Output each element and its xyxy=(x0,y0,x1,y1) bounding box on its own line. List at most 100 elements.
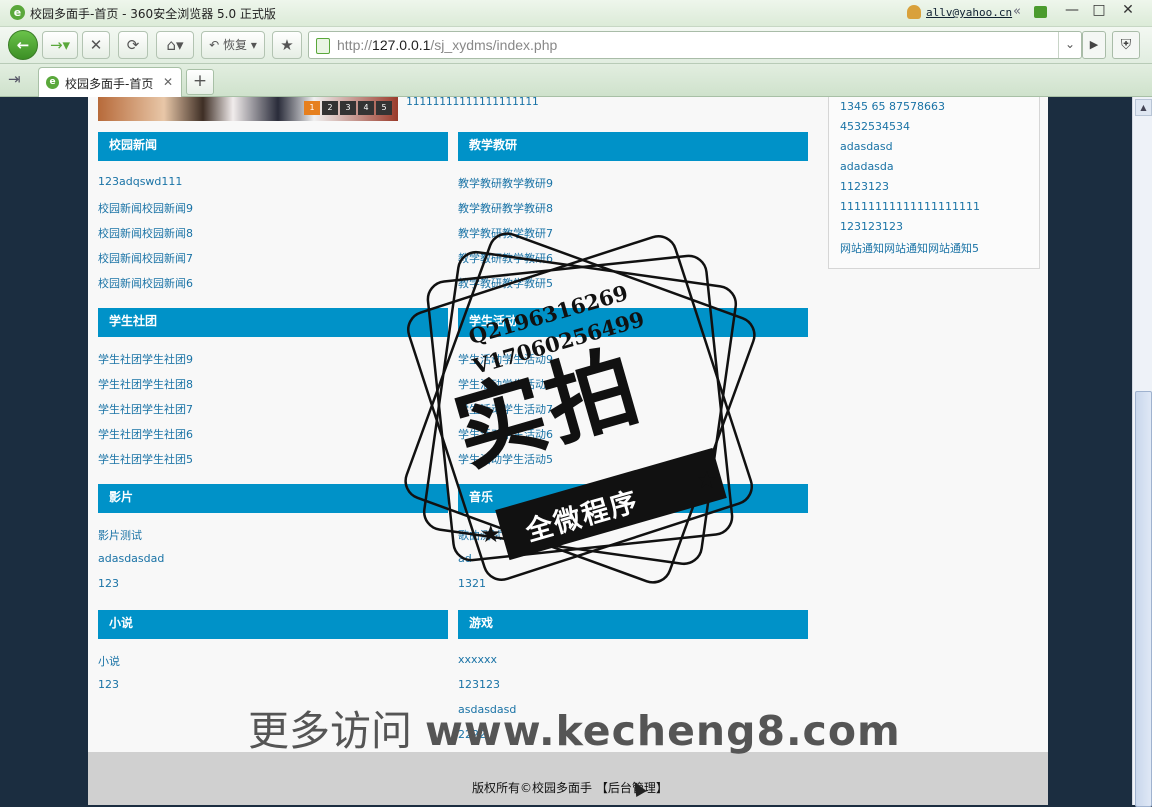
banner-page-1[interactable]: 1 xyxy=(304,101,320,115)
home-button[interactable]: ⌂▾ xyxy=(156,31,194,59)
section-title: 影片 xyxy=(98,484,448,513)
section-title: 校园新闻 xyxy=(98,132,448,161)
banner-page-4[interactable]: 4 xyxy=(358,101,374,115)
section-movies: 影片 影片测试 adasdasdad 123 xyxy=(98,484,448,602)
list-item[interactable]: 2222 xyxy=(458,728,808,753)
refresh-button[interactable]: ⟳ xyxy=(118,31,148,59)
list-item[interactable]: 学生社团学生社团5 xyxy=(98,451,448,476)
browser-logo-icon: e xyxy=(10,5,25,20)
list-item[interactable]: 学生社团学生社团6 xyxy=(98,426,448,451)
banner-page-3[interactable]: 3 xyxy=(340,101,356,115)
scroll-up-icon[interactable]: ▲ xyxy=(1135,99,1152,116)
section-novels: 小说 小说 123 xyxy=(98,610,448,703)
list-item[interactable]: 1123123 xyxy=(840,180,1039,200)
list-item[interactable]: 123123 xyxy=(458,678,808,703)
window-titlebar: e 校园多面手-首页 - 360安全浏览器 5.0 正式版 allv@yahoo… xyxy=(0,0,1152,27)
list-item[interactable]: 123 xyxy=(98,678,448,703)
list-item[interactable]: 123123123 xyxy=(840,220,1039,240)
list-item[interactable]: 学生社团学生社团8 xyxy=(98,376,448,401)
tab-close-icon[interactable]: ✕ xyxy=(163,75,173,89)
arrow-left-icon: ← xyxy=(16,36,30,54)
section-title: 小说 xyxy=(98,610,448,639)
home-icon: ⌂ xyxy=(166,36,176,54)
tab-label: 校园多面手-首页 xyxy=(65,77,154,91)
list-item[interactable]: asdasdasd xyxy=(458,703,808,728)
list-item[interactable]: 教学教研教学教研8 xyxy=(458,200,808,225)
page-icon xyxy=(316,38,330,54)
go-button[interactable]: ▶ xyxy=(1082,31,1106,59)
list-item[interactable]: 校园新闻校园新闻6 xyxy=(98,275,448,300)
collapse-icon[interactable]: « xyxy=(1013,4,1021,19)
list-item[interactable]: adasdasdad xyxy=(98,552,448,577)
list-item[interactable]: 1321 xyxy=(458,577,808,602)
close-window-button[interactable]: ✕ xyxy=(1116,2,1140,18)
banner-page-2[interactable]: 2 xyxy=(322,101,338,115)
section-games: 游戏 xxxxxx 123123 asdasdasd 2222 xyxy=(458,610,808,753)
list-item[interactable]: 4532534534 xyxy=(840,120,1039,140)
list-item[interactable]: 教学教研教学教研9 xyxy=(458,175,808,200)
address-dropdown-button[interactable]: ⌄ xyxy=(1058,32,1081,58)
section-music: 音乐 歌曲测试 ad 1321 xyxy=(458,484,808,602)
scroll-thumb[interactable] xyxy=(1135,391,1152,807)
section-title: 游戏 xyxy=(458,610,808,639)
list-item[interactable]: xxxxxx xyxy=(458,653,808,678)
banner-pager: 1 2 3 4 5 xyxy=(304,101,394,115)
arrow-right-icon: →▾ xyxy=(49,36,71,54)
list-item[interactable]: adasdasd xyxy=(840,140,1039,160)
section-activities: 学生活动 学生活动学生活动9 学生活动学生活动8 学生活动学生活动7 学生活动学… xyxy=(458,308,808,476)
url-host: 127.0.0.1 xyxy=(372,37,431,53)
tab-bar: ⇥ e 校园多面手-首页 ✕ + xyxy=(0,64,1152,97)
maximize-button[interactable]: □ xyxy=(1087,2,1111,18)
list-item[interactable]: 学生活动学生活动8 xyxy=(458,376,808,401)
window-title: 校园多面手-首页 - 360安全浏览器 5.0 正式版 xyxy=(30,7,276,21)
url-prefix: http:// xyxy=(337,37,373,53)
list-item[interactable]: 校园新闻校园新闻9 xyxy=(98,200,448,225)
section-teaching: 教学教研 教学教研教学教研9 教学教研教学教研8 教学教研教学教研7 教学教研教… xyxy=(458,132,808,300)
banner-page-5[interactable]: 5 xyxy=(376,101,392,115)
list-item[interactable]: 教学教研教学教研7 xyxy=(458,225,808,250)
security-shield-icon[interactable]: ⛨ xyxy=(1112,31,1140,59)
list-item[interactable]: 教学教研教学教研5 xyxy=(458,275,808,300)
list-item[interactable]: 学生社团学生社团9 xyxy=(98,351,448,376)
vertical-scrollbar[interactable]: ▲ xyxy=(1132,97,1152,807)
list-item[interactable]: 影片测试 xyxy=(98,527,448,552)
address-bar[interactable]: http://127.0.0.1/sj_xydms/index.php ⌄ xyxy=(308,31,1082,59)
user-account-link[interactable]: allv@yahoo.cn xyxy=(926,6,1012,19)
minimize-button[interactable]: — xyxy=(1060,2,1084,18)
web-page: 1 2 3 4 5 11111111111111111111 校园新闻 123a… xyxy=(88,97,1048,805)
skin-icon[interactable] xyxy=(1034,6,1047,18)
list-item[interactable]: 小说 xyxy=(98,653,448,678)
forward-button[interactable]: →▾ xyxy=(42,31,78,59)
favorite-button[interactable]: ★ xyxy=(272,31,302,59)
list-item[interactable]: adadasda xyxy=(840,160,1039,180)
list-item[interactable]: ad xyxy=(458,552,808,577)
page-footer: 版权所有©校园多面手 【后台管理】 xyxy=(88,752,1048,805)
new-tab-button[interactable]: + xyxy=(186,69,214,95)
list-item[interactable]: 学生活动学生活动7 xyxy=(458,401,808,426)
list-item[interactable]: 11111111111111111111 xyxy=(840,200,1039,220)
list-item[interactable]: 校园新闻校园新闻8 xyxy=(98,225,448,250)
section-title: 教学教研 xyxy=(458,132,808,161)
list-item[interactable]: 学生活动学生活动5 xyxy=(458,451,808,476)
sidebar-toggle-icon[interactable]: ⇥ xyxy=(8,70,21,88)
list-item[interactable]: 123adqswd111 xyxy=(98,175,448,200)
user-avatar-icon[interactable] xyxy=(907,5,921,19)
list-item[interactable]: 教学教研教学教研6 xyxy=(458,250,808,275)
url-text[interactable]: http://127.0.0.1/sj_xydms/index.php xyxy=(337,37,557,53)
list-item[interactable]: 校园新闻校园新闻7 xyxy=(98,250,448,275)
list-item[interactable]: 网站通知网站通知网站通知5 xyxy=(840,240,1039,260)
list-item[interactable]: 学生活动学生活动9 xyxy=(458,351,808,376)
url-path: /sj_xydms/index.php xyxy=(430,37,558,53)
back-button[interactable]: ← xyxy=(8,30,38,60)
stop-button[interactable]: ✕ xyxy=(82,31,110,59)
top-news-link[interactable]: 11111111111111111111 xyxy=(406,97,538,108)
list-item[interactable]: 123 xyxy=(98,577,448,602)
list-item[interactable]: 学生活动学生活动6 xyxy=(458,426,808,451)
restore-button[interactable]: ↶ 恢复 ▾ xyxy=(201,31,265,59)
list-item[interactable]: 歌曲测试 xyxy=(458,527,808,552)
list-item[interactable]: 学生社团学生社团7 xyxy=(98,401,448,426)
banner-slideshow: 1 2 3 4 5 xyxy=(98,97,398,121)
notice-panel: 1345 65 87578663 4532534534 adasdasd ada… xyxy=(828,97,1040,269)
list-item[interactable]: 1345 65 87578663 xyxy=(840,100,1039,120)
tab-home[interactable]: e 校园多面手-首页 ✕ xyxy=(38,67,182,97)
